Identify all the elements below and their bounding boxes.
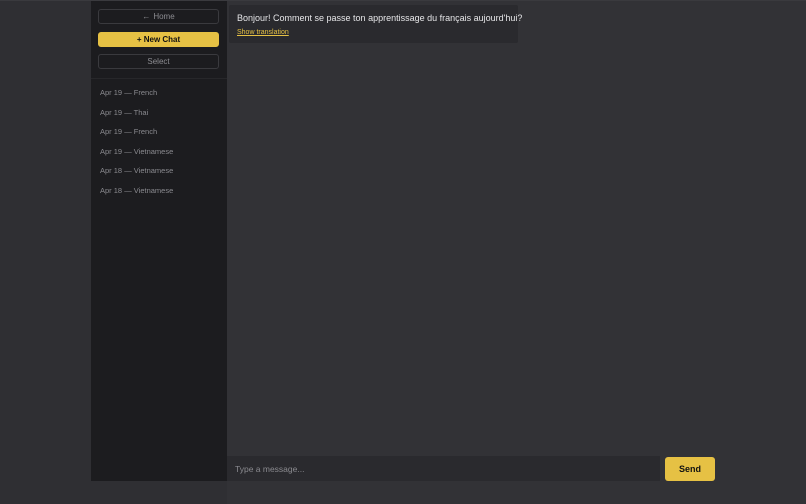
history-item-date: Apr 19 (100, 107, 123, 117)
message-text: Bonjour! Comment se passe ton apprentiss… (237, 13, 523, 23)
select-button[interactable]: Select (98, 54, 219, 69)
history-item-language: Vietnamese (133, 185, 174, 195)
history-separator: — (124, 127, 132, 136)
history-separator: — (124, 88, 132, 97)
history-item-date: Apr 19 (100, 88, 123, 97)
new-chat-button[interactable]: + New Chat (98, 32, 219, 47)
chat-history-list: Apr 19 — French Apr 19 — Thai Apr 19 — F… (100, 87, 173, 204)
history-separator: — (124, 107, 132, 117)
home-button[interactable]: ← Home (98, 9, 219, 24)
history-item-language: Thai (133, 107, 149, 117)
history-separator: — (124, 146, 132, 156)
history-item[interactable]: Apr 18 — Vietnamese (100, 185, 173, 205)
history-item-language: French (133, 88, 158, 97)
history-item[interactable]: Apr 19 — Thai (100, 107, 173, 127)
history-item-date: Apr 19 (100, 146, 123, 156)
send-button[interactable]: Send (665, 457, 715, 481)
history-item-date: Apr 18 (100, 185, 123, 195)
history-item[interactable]: Apr 19 — French (100, 87, 173, 107)
arrow-left-icon: ← (142, 12, 151, 21)
history-item-language: French (133, 127, 158, 136)
history-item[interactable]: Apr 19 — Vietnamese (100, 146, 173, 166)
show-translation-link[interactable]: Show translation (237, 29, 289, 36)
history-item[interactable]: Apr 18 — Vietnamese (100, 165, 173, 185)
assistant-message: Bonjour! Comment se passe ton apprentiss… (229, 5, 522, 43)
sidebar-divider (91, 78, 227, 79)
history-item-date: Apr 19 (100, 127, 123, 136)
history-item-date: Apr 18 (100, 166, 123, 175)
history-item-language: Vietnamese (133, 146, 174, 156)
history-separator: — (124, 166, 132, 175)
home-button-label: Home (153, 12, 175, 21)
history-separator: — (124, 185, 132, 195)
history-item-language: Vietnamese (133, 166, 174, 175)
message-input[interactable] (227, 456, 660, 481)
chat-area: Bonjour! Comment se passe ton apprentiss… (227, 1, 806, 504)
history-item[interactable]: Apr 19 — French (100, 126, 173, 146)
sidebar: ← Home + New Chat Select Apr 19 — French … (91, 1, 227, 481)
